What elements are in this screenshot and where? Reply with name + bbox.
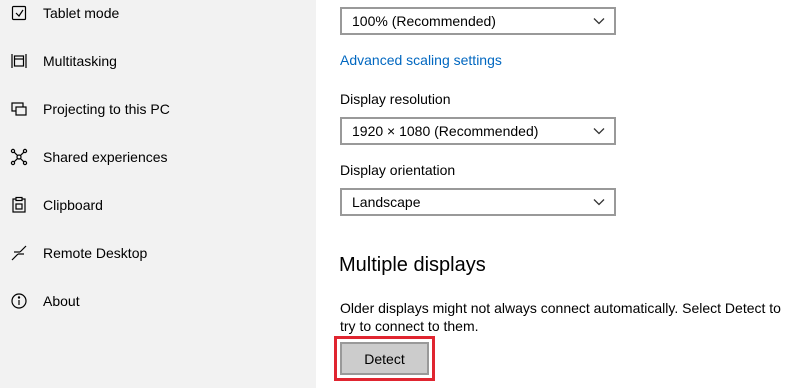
scale-dropdown-value: 100% (Recommended) — [352, 13, 496, 29]
display-orientation-label: Display orientation — [340, 162, 456, 178]
projecting-icon — [10, 100, 28, 118]
sidebar-item-label: About — [43, 293, 80, 309]
sidebar-item-label: Clipboard — [43, 197, 103, 213]
sidebar-item-remote-desktop[interactable]: Remote Desktop — [0, 233, 316, 273]
multiple-displays-description: Older displays might not always connect … — [340, 300, 781, 334]
sidebar-item-label: Tablet mode — [43, 5, 120, 21]
sidebar-item-label: Projecting to this PC — [43, 101, 170, 117]
sidebar-item-clipboard[interactable]: Clipboard — [0, 185, 316, 225]
advanced-scaling-settings-link[interactable]: Advanced scaling settings — [340, 52, 502, 68]
scale-dropdown[interactable]: 100% (Recommended) — [340, 7, 616, 35]
multiple-displays-heading: Multiple displays — [339, 254, 486, 276]
sidebar: Tablet mode Multitasking Projecting to t… — [0, 0, 316, 388]
resolution-dropdown-value: 1920 × 1080 (Recommended) — [352, 123, 539, 139]
multitasking-icon — [10, 52, 28, 70]
detect-button[interactable]: Detect — [340, 342, 429, 375]
resolution-dropdown[interactable]: 1920 × 1080 (Recommended) — [340, 117, 616, 145]
chevron-down-icon — [592, 14, 606, 28]
sidebar-item-projecting[interactable]: Projecting to this PC — [0, 89, 316, 129]
sidebar-item-label: Multitasking — [43, 53, 117, 69]
sidebar-item-tablet-mode[interactable]: Tablet mode — [0, 0, 316, 33]
orientation-dropdown[interactable]: Landscape — [340, 188, 616, 216]
about-icon — [10, 292, 28, 310]
orientation-dropdown-value: Landscape — [352, 194, 421, 210]
sidebar-item-about[interactable]: About — [0, 281, 316, 321]
chevron-down-icon — [592, 124, 606, 138]
shared-experiences-icon — [10, 148, 28, 166]
display-resolution-label: Display resolution — [340, 91, 451, 107]
sidebar-item-label: Remote Desktop — [43, 245, 148, 261]
display-settings-panel: 100% (Recommended) Advanced scaling sett… — [316, 0, 800, 388]
sidebar-item-label: Shared experiences — [43, 149, 168, 165]
remote-desktop-icon — [10, 244, 28, 262]
tablet-mode-icon — [10, 4, 28, 22]
chevron-down-icon — [592, 195, 606, 209]
sidebar-item-multitasking[interactable]: Multitasking — [0, 41, 316, 81]
clipboard-icon — [10, 196, 28, 214]
sidebar-item-shared-experiences[interactable]: Shared experiences — [0, 137, 316, 177]
settings-window: Tablet mode Multitasking Projecting to t… — [0, 0, 800, 388]
